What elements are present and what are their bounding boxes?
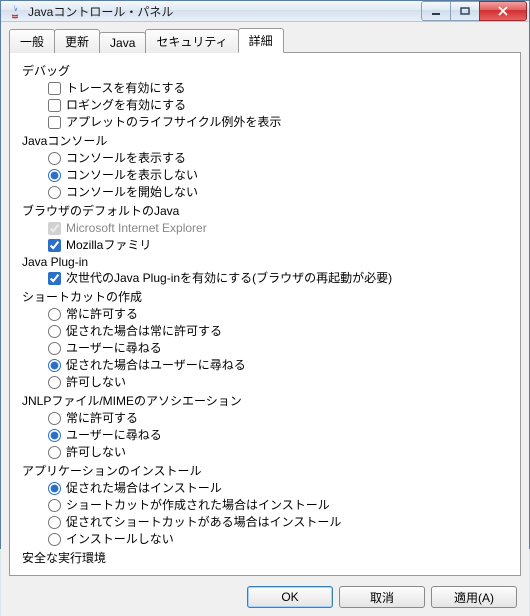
checkbox-input[interactable] xyxy=(48,239,61,252)
item-label: トレースを有効にする xyxy=(66,80,186,97)
checkbox-item[interactable]: Microsoft Internet Explorer xyxy=(48,220,512,237)
radio-item[interactable]: ショートカットが作成された場合はインストール xyxy=(48,497,512,514)
item-label: 促された場合はインストール xyxy=(66,480,222,497)
maximize-icon xyxy=(460,7,470,15)
checkbox-input[interactable] xyxy=(48,82,61,95)
minimize-button[interactable] xyxy=(421,1,451,21)
tab-1[interactable]: 更新 xyxy=(54,29,100,53)
apply-button[interactable]: 適用(A) xyxy=(431,586,517,608)
tab-panel-advanced: デバッグトレースを有効にするロギングを有効にするアプレットのライフサイクル例外を… xyxy=(9,52,521,576)
tab-4[interactable]: 詳細 xyxy=(238,28,284,53)
group-label: JNLPファイル/MIMEのアソシエーション xyxy=(22,391,512,410)
item-label: インストールしない xyxy=(66,531,174,548)
item-label: ロギングを有効にする xyxy=(66,97,186,114)
radio-input[interactable] xyxy=(48,446,61,459)
radio-item[interactable]: 許可しない xyxy=(48,374,512,391)
radio-item[interactable]: 許可しない xyxy=(48,444,512,461)
radio-item[interactable]: ユーザーに尋ねる xyxy=(48,427,512,444)
checkbox-item[interactable]: Mozillaファミリ xyxy=(48,237,512,254)
radio-item[interactable]: 促された場合はインストール xyxy=(48,480,512,497)
item-label: 常に許可する xyxy=(66,306,138,323)
group-label: ブラウザのデフォルトのJava xyxy=(22,201,512,220)
item-label: コンソールを表示する xyxy=(66,150,186,167)
tab-3[interactable]: セキュリティ xyxy=(145,29,238,53)
radio-item[interactable]: 促された場合は常に許可する xyxy=(48,323,512,340)
radio-input[interactable] xyxy=(48,499,61,512)
java-icon xyxy=(7,3,23,19)
settings-tree[interactable]: デバッグトレースを有効にするロギングを有効にするアプレットのライフサイクル例外を… xyxy=(14,59,516,569)
item-label: Microsoft Internet Explorer xyxy=(66,220,207,237)
group-label: ショートカットの作成 xyxy=(22,287,512,306)
item-label: ショートカットが作成された場合はインストール xyxy=(66,497,330,514)
radio-input[interactable] xyxy=(48,186,61,199)
group-label: Javaコンソール xyxy=(22,131,512,150)
radio-item[interactable]: 常に許可する xyxy=(48,306,512,323)
window: Javaコントロール・パネル 一般更新Javaセキュリティ詳細 デバッグトレース… xyxy=(0,0,530,549)
radio-item[interactable]: ユーザーに尋ねる xyxy=(48,340,512,357)
close-icon xyxy=(497,6,509,16)
dialog-footer: OK 取消 適用(A) xyxy=(9,576,521,608)
item-label: 促されてショートカットがある場合はインストール xyxy=(66,514,341,531)
radio-input[interactable] xyxy=(48,482,61,495)
item-label: コンソールを表示しない xyxy=(66,167,198,184)
checkbox-item[interactable]: ロギングを有効にする xyxy=(48,97,512,114)
checkbox-item[interactable]: トレースを有効にする xyxy=(48,80,512,97)
radio-item[interactable]: 促された場合はユーザーに尋ねる xyxy=(48,357,512,374)
radio-input[interactable] xyxy=(48,516,61,529)
item-label: 促された場合はユーザーに尋ねる xyxy=(66,357,246,374)
checkbox-input[interactable] xyxy=(48,99,61,112)
group-label: 安全な実行環境 xyxy=(22,548,512,567)
group-label: アプリケーションのインストール xyxy=(22,461,512,480)
radio-input[interactable] xyxy=(48,342,61,355)
titlebar: Javaコントロール・パネル xyxy=(1,1,529,22)
tab-strip: 一般更新Javaセキュリティ詳細 xyxy=(9,28,521,53)
checkbox-input xyxy=(48,222,61,235)
item-label: 常に許可する xyxy=(66,410,138,427)
cancel-button[interactable]: 取消 xyxy=(339,586,425,608)
tab-0[interactable]: 一般 xyxy=(9,29,55,53)
maximize-button[interactable] xyxy=(450,1,480,21)
item-label: Mozillaファミリ xyxy=(66,237,151,254)
item-label: ユーザーに尋ねる xyxy=(66,340,162,357)
radio-input[interactable] xyxy=(48,325,61,338)
ok-button[interactable]: OK xyxy=(247,586,333,608)
checkbox-item[interactable]: 次世代のJava Plug-inを有効にする(ブラウザの再起動が必要) xyxy=(48,270,512,287)
radio-item[interactable]: 常に許可する xyxy=(48,410,512,427)
item-label: ユーザーに尋ねる xyxy=(66,427,162,444)
checkbox-input[interactable] xyxy=(48,116,61,129)
radio-item[interactable]: コンソールを表示しない xyxy=(48,167,512,184)
radio-input[interactable] xyxy=(48,376,61,389)
checkbox-item[interactable]: アプレットのライフサイクル例外を表示 xyxy=(48,114,512,131)
item-label: コンソールを開始しない xyxy=(66,184,198,201)
item-label: アプレットのライフサイクル例外を表示 xyxy=(66,114,281,131)
radio-input[interactable] xyxy=(48,169,61,182)
radio-input[interactable] xyxy=(48,152,61,165)
group-label: デバッグ xyxy=(22,61,512,80)
radio-item[interactable]: コンソールを開始しない xyxy=(48,184,512,201)
window-buttons xyxy=(422,1,527,21)
checkbox-input[interactable] xyxy=(48,272,61,285)
minimize-icon xyxy=(431,7,441,15)
radio-input[interactable] xyxy=(48,429,61,442)
radio-item[interactable]: 促されてショートカットがある場合はインストール xyxy=(48,514,512,531)
radio-input[interactable] xyxy=(48,308,61,321)
radio-input[interactable] xyxy=(48,359,61,372)
item-label: 次世代のJava Plug-inを有効にする(ブラウザの再起動が必要) xyxy=(66,270,392,287)
radio-item[interactable]: インストールしない xyxy=(48,531,512,548)
tab-2[interactable]: Java xyxy=(99,32,146,53)
item-label: 促された場合は常に許可する xyxy=(66,323,222,340)
item-label: 許可しない xyxy=(66,444,126,461)
radio-input[interactable] xyxy=(48,412,61,425)
client-area: 一般更新Javaセキュリティ詳細 デバッグトレースを有効にするロギングを有効にす… xyxy=(1,22,529,616)
radio-input[interactable] xyxy=(48,533,61,546)
close-button[interactable] xyxy=(479,1,527,21)
window-title: Javaコントロール・パネル xyxy=(28,3,422,20)
radio-item[interactable]: コンソールを表示する xyxy=(48,150,512,167)
item-label: 許可しない xyxy=(66,374,126,391)
group-label: Java Plug-in xyxy=(22,254,512,270)
